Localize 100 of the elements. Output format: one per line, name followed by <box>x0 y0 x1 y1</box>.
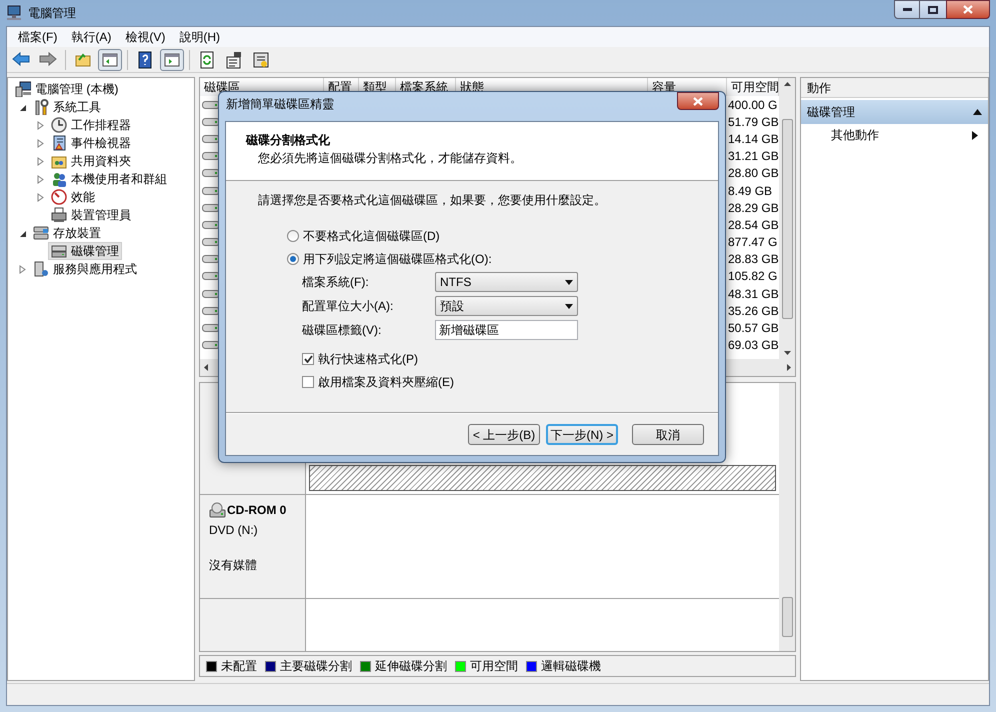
table-cell-text: 28.29 GB <box>727 200 779 217</box>
drive-icon <box>202 341 220 350</box>
drive-icon <box>202 272 220 280</box>
radio-option[interactable]: 不要格式化這個磁碟區(D) <box>287 227 718 245</box>
action-item[interactable]: 其他動作 <box>801 124 988 146</box>
dialog-title: 新增簡單磁碟區精靈 <box>226 96 334 113</box>
table-cell-text: 69.03 GB <box>727 337 779 354</box>
collapsed-arrow-icon[interactable] <box>36 120 45 130</box>
table-cell-text: 28.80 GB <box>727 165 779 182</box>
checkbox-option[interactable]: 執行快速格式化(P) <box>302 350 718 368</box>
drive-icon <box>202 118 220 126</box>
menu-item[interactable]: 執行(A) <box>64 28 118 46</box>
close-button[interactable] <box>677 92 719 110</box>
collapsed-arrow-icon[interactable] <box>36 192 45 202</box>
computer-icon <box>15 81 31 97</box>
radio-option[interactable]: 用下列設定將這個磁碟區格式化(O): <box>287 250 718 268</box>
legend-label: 主要磁碟分割 <box>280 658 352 675</box>
collapsed-arrow-icon[interactable] <box>36 174 45 184</box>
table-cell-text: 31.21 GB <box>727 148 779 166</box>
collapsed-arrow-icon[interactable] <box>36 138 45 148</box>
users-icon <box>51 171 67 187</box>
field-label: 檔案系統(F): <box>302 274 370 291</box>
vertical-scrollbar[interactable] <box>779 78 795 359</box>
tree-item[interactable]: 裝置管理員 <box>48 206 134 224</box>
tree-item[interactable]: 服務與應用程式 <box>30 260 140 278</box>
drive-icon <box>202 169 220 178</box>
disk-drive-icon <box>51 243 67 259</box>
collapsed-arrow-icon[interactable] <box>18 264 27 274</box>
legend-label: 可用空間 <box>470 658 518 675</box>
dropdown[interactable]: NTFS <box>435 272 578 292</box>
expanded-arrow-icon[interactable] <box>18 102 27 112</box>
tree-item[interactable]: 系統工具 <box>30 98 104 116</box>
column-header[interactable]: 可用空間 <box>727 78 779 96</box>
help-icon <box>136 50 154 68</box>
tools-icon <box>33 99 49 115</box>
drive-icon <box>202 324 220 332</box>
tree-item[interactable]: 共用資料夾 <box>48 152 134 170</box>
drive-icon <box>202 134 220 143</box>
legend-label: 延伸磁碟分割 <box>375 658 447 675</box>
pane-icon <box>101 50 119 68</box>
properties-icon <box>225 50 243 68</box>
tree-item[interactable]: 電腦管理 (本機) <box>12 80 122 98</box>
wizard-subtitle: 您必須先將這個磁碟分割格式化，才能儲存資料。 <box>257 150 523 167</box>
server-icon <box>33 261 49 277</box>
drive-icon <box>202 220 220 229</box>
tree-item[interactable]: 磁碟管理 <box>48 242 122 260</box>
tree-item[interactable]: 工作排程器 <box>48 116 134 134</box>
field-label: 配置單位大小(A): <box>302 298 394 315</box>
toolbar-button[interactable] <box>160 48 184 70</box>
close-icon <box>963 5 973 14</box>
maximize-button[interactable] <box>920 0 946 19</box>
dropdown[interactable]: 預設 <box>435 296 578 316</box>
submenu-arrow-icon <box>972 130 978 140</box>
back-arrow-icon <box>12 50 30 68</box>
collapse-arrow-icon <box>973 109 982 115</box>
pane-header: 動作 <box>801 78 988 98</box>
close-button[interactable] <box>946 0 990 19</box>
wizard-button[interactable]: 取消 <box>632 424 704 445</box>
wizard-button[interactable]: < 上一步(B) <box>468 424 540 445</box>
gauge-icon <box>51 189 67 205</box>
checkmark-icon <box>304 355 312 363</box>
drive-icon <box>202 186 220 195</box>
wizard-button[interactable]: 下一步(N) > <box>546 424 618 445</box>
table-cell-text: 105.82 G <box>727 268 778 286</box>
menu-item[interactable]: 檢視(V) <box>118 28 172 46</box>
scroll-up-icon <box>784 82 790 86</box>
drive-icon <box>202 152 220 160</box>
table-cell-text: 14.14 GB <box>727 130 779 148</box>
log-icon <box>51 135 67 151</box>
field-label: 磁碟區標籤(V): <box>302 322 382 339</box>
scroll-right-icon <box>787 364 791 371</box>
drive-type: DVD (N:) <box>209 522 259 539</box>
toolbar-button[interactable] <box>98 48 122 70</box>
cd-drive-icon <box>209 502 226 518</box>
disk-settings-icon <box>252 50 270 68</box>
action-section-header[interactable]: 磁碟管理 <box>801 100 988 124</box>
clock-icon <box>51 117 67 133</box>
tree-item[interactable]: 事件檢視器 <box>48 134 134 152</box>
scroll-thumb[interactable] <box>782 118 792 318</box>
refresh-icon <box>198 50 216 68</box>
wizard-heading: 磁碟分割格式化 <box>246 132 331 149</box>
text-field[interactable]: 新增磁碟區 <box>435 320 578 340</box>
checkbox-option[interactable]: 啟用檔案及資料夾壓縮(E) <box>302 373 718 391</box>
minimize-button[interactable] <box>894 0 920 19</box>
menu-item[interactable]: 說明(H) <box>172 28 227 46</box>
tree-item[interactable]: 效能 <box>48 188 98 206</box>
vertical-scrollbar[interactable] <box>779 383 795 651</box>
legend-label: 邏輯磁碟機 <box>541 658 601 675</box>
table-cell-text: 400.00 G <box>727 96 778 114</box>
menu-item[interactable]: 檔案(F) <box>11 28 64 46</box>
tree-item[interactable]: 本機使用者和群組 <box>48 170 170 188</box>
table-cell-text: 51.79 GB <box>727 114 779 131</box>
tree-item[interactable]: 存放裝置 <box>30 224 104 242</box>
collapsed-arrow-icon[interactable] <box>36 156 45 166</box>
table-cell-text: 50.57 GB <box>727 320 779 338</box>
table-cell-text: 877.47 G <box>727 234 778 252</box>
expanded-arrow-icon[interactable] <box>18 228 27 238</box>
drive-icon <box>202 255 220 264</box>
scroll-thumb[interactable] <box>782 597 792 637</box>
window-title: 電腦管理 <box>28 5 76 22</box>
